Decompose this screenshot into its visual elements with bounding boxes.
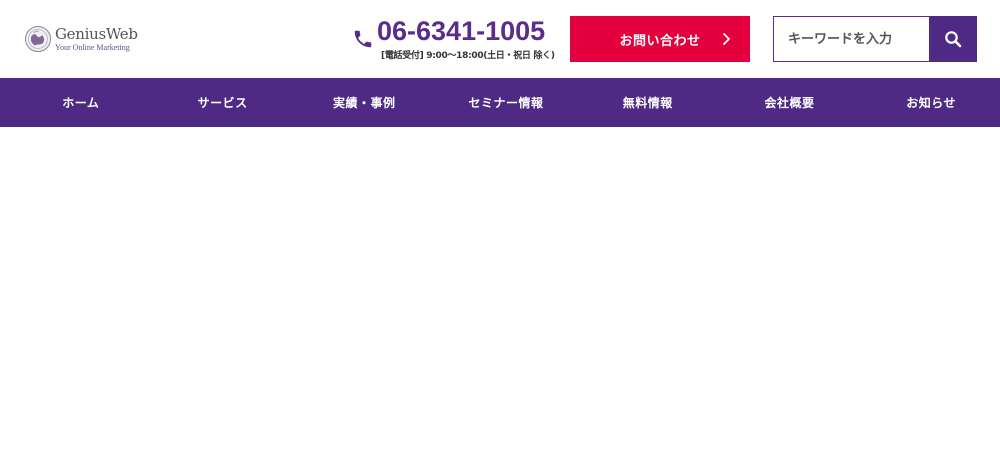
search-button[interactable] bbox=[929, 16, 977, 62]
phone-hours: [電話受付] 9:00～18:00(土日・祝日 除く) bbox=[381, 51, 555, 61]
nav-item-seminars[interactable]: セミナー情報 bbox=[433, 78, 575, 127]
nav-item-company[interactable]: 会社概要 bbox=[717, 78, 859, 127]
site-header: GeniusWeb Your Online Marketing 06-6341-… bbox=[0, 0, 1000, 78]
search-icon bbox=[945, 31, 962, 48]
search-input[interactable] bbox=[773, 16, 929, 62]
nav-item-news[interactable]: お知らせ bbox=[858, 78, 1000, 127]
logo-tagline: Your Online Marketing bbox=[55, 42, 130, 52]
contact-button[interactable]: お問い合わせ bbox=[570, 16, 750, 62]
chevron-right-icon bbox=[723, 33, 730, 45]
global-nav: ホーム サービス 実績・事例 セミナー情報 無料情報 会社概要 お知らせ bbox=[0, 78, 1000, 127]
nav-item-home[interactable]: ホーム bbox=[0, 78, 150, 127]
phone-contact: 06-6341-1005 [電話受付] 9:00～18:00(土日・祝日 除く) bbox=[352, 16, 555, 64]
site-logo[interactable]: GeniusWeb Your Online Marketing bbox=[24, 24, 144, 54]
globe-emblem-icon bbox=[25, 26, 51, 52]
contact-button-label: お問い合わせ bbox=[619, 33, 701, 49]
phone-icon bbox=[354, 30, 372, 48]
phone-number[interactable]: 06-6341-1005 bbox=[377, 16, 545, 47]
nav-item-services[interactable]: サービス bbox=[150, 78, 292, 127]
search-form bbox=[773, 16, 977, 62]
nav-item-free-info[interactable]: 無料情報 bbox=[575, 78, 717, 127]
nav-item-case-studies[interactable]: 実績・事例 bbox=[291, 78, 433, 127]
main-content bbox=[0, 127, 1000, 469]
logo-wordmark: GeniusWeb bbox=[55, 24, 138, 43]
